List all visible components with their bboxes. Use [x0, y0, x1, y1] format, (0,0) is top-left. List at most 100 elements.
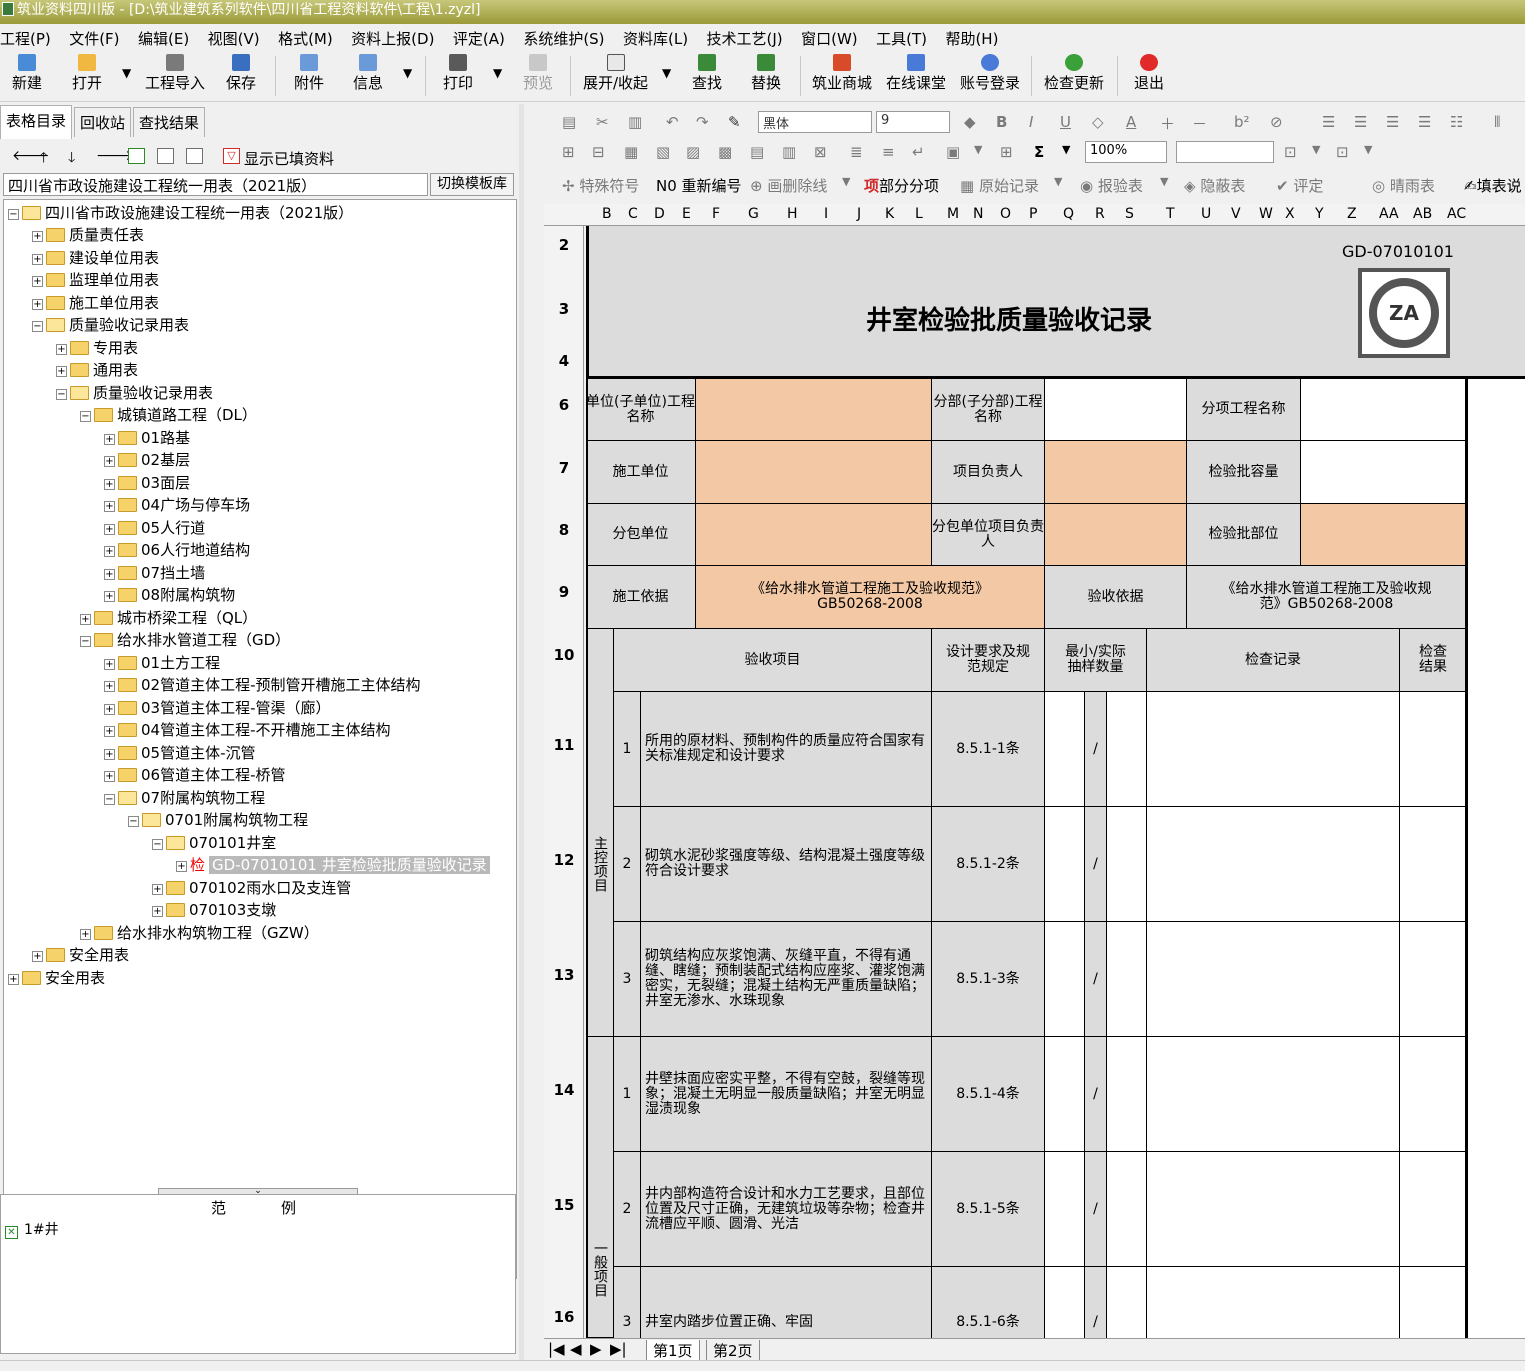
col-width-icon[interactable]: ▥: [782, 143, 796, 161]
font-size-select[interactable]: 9: [876, 111, 950, 133]
menu-view[interactable]: 视图(V): [208, 24, 266, 49]
align-left-icon[interactable]: ☰: [1322, 113, 1335, 131]
column-label[interactable]: Q: [1063, 206, 1074, 222]
column-label[interactable]: B: [602, 206, 612, 222]
unit-name-field[interactable]: [696, 379, 932, 441]
expand-icon[interactable]: +: [32, 231, 43, 242]
column-label[interactable]: J: [857, 206, 861, 222]
column-label[interactable]: K: [885, 206, 894, 222]
expand-icon[interactable]: +: [104, 771, 115, 782]
expand-icon[interactable]: +: [152, 906, 163, 917]
result-field[interactable]: [1400, 1037, 1467, 1152]
column-label[interactable]: AB: [1413, 206, 1432, 222]
row-label[interactable]: 2: [544, 236, 584, 254]
pm-field[interactable]: [1045, 441, 1187, 504]
border-color-icon[interactable]: ⊡: [1336, 143, 1349, 161]
min-sample-field[interactable]: [1045, 692, 1085, 807]
expand-dropdown-icon[interactable]: ▼: [662, 66, 671, 80]
image-dropdown-icon[interactable]: ▼: [974, 143, 982, 156]
tree-node[interactable]: +06管道主体工程-桥管: [104, 764, 286, 786]
grow-font-icon[interactable]: ＋: [1160, 113, 1175, 134]
column-label[interactable]: N: [973, 206, 983, 222]
menu-window[interactable]: 窗口(W): [801, 24, 864, 49]
tree-node[interactable]: +01土方工程: [104, 652, 220, 674]
partial-item-button[interactable]: 项部分分项: [864, 175, 939, 196]
column-label[interactable]: M: [947, 206, 959, 222]
tree-node[interactable]: +04广场与停车场: [104, 494, 250, 516]
expand-icon[interactable]: +: [56, 366, 67, 377]
last-sheet-icon[interactable]: ▶|: [610, 1340, 627, 1358]
check-basis-field[interactable]: 《给水排水管道工程施工及验收规范》GB50268-2008: [1187, 566, 1467, 629]
tree-node[interactable]: −0701附属构筑物工程: [128, 809, 308, 831]
expand-icon[interactable]: +: [56, 344, 67, 355]
record-field[interactable]: [1147, 807, 1400, 922]
superscript-icon[interactable]: b²: [1234, 113, 1250, 131]
font-color-icon[interactable]: A: [1126, 113, 1136, 131]
save-button[interactable]: 保存: [226, 54, 256, 93]
collapse-icon[interactable]: −: [128, 816, 139, 827]
tree-node[interactable]: + 建设单位用表: [32, 247, 159, 269]
item-name-field[interactable]: [1301, 379, 1467, 441]
expand-icon[interactable]: +: [104, 501, 115, 512]
online-class-button[interactable]: 在线课堂: [886, 54, 946, 93]
border-icon[interactable]: ⊡: [1284, 143, 1297, 161]
show-filled-checkbox-label[interactable]: 显示已填资料: [244, 148, 334, 169]
menu-help[interactable]: 帮助(H): [945, 24, 1004, 49]
collapse-icon[interactable]: −: [80, 636, 91, 647]
distribute-icon[interactable]: ☷: [1450, 113, 1463, 131]
special-symbol-button[interactable]: ✢ 特殊符号: [562, 175, 639, 196]
cut-icon[interactable]: ✂: [596, 113, 609, 131]
expand-icon[interactable]: +: [80, 614, 91, 625]
column-label[interactable]: G: [748, 206, 759, 222]
tree-node[interactable]: +03面层: [104, 472, 190, 494]
column-label[interactable]: O: [1000, 206, 1011, 222]
subcontract-field[interactable]: [696, 504, 932, 566]
lock-icon[interactable]: ⊠: [814, 143, 827, 161]
image-icon[interactable]: ▣: [946, 143, 960, 161]
fill-guide-button[interactable]: ✍填表说: [1464, 175, 1522, 196]
tree-node[interactable]: + 质量责任表: [32, 224, 144, 246]
tree-node[interactable]: − 质量验收记录用表: [56, 382, 213, 404]
shrink-font-icon[interactable]: －: [1192, 113, 1207, 134]
renumber-button[interactable]: N0 重新编号: [656, 175, 742, 196]
justify-icon[interactable]: ☰: [1418, 113, 1431, 131]
tree-node[interactable]: + 城市桥梁工程（QL）: [80, 607, 257, 629]
tree-node[interactable]: + 安全用表: [32, 944, 129, 966]
prev-sheet-icon[interactable]: ◀: [570, 1340, 582, 1358]
expand-icon[interactable]: +: [104, 434, 115, 445]
legend-item[interactable]: ✕ 1#井: [5, 1219, 59, 1239]
expand-icon[interactable]: +: [104, 479, 115, 490]
undo-icon[interactable]: ↶: [666, 113, 679, 131]
bold-icon[interactable]: B: [996, 113, 1007, 131]
column-label[interactable]: P: [1029, 206, 1037, 222]
tree-node[interactable]: +07挡土墙: [104, 562, 205, 584]
min-sample-field[interactable]: [1045, 922, 1085, 1037]
fill-color-icon[interactable]: ◇: [1092, 113, 1104, 131]
column-label[interactable]: AA: [1379, 206, 1399, 222]
column-label[interactable]: AC: [1447, 206, 1466, 222]
tree-node[interactable]: +01路基: [104, 427, 190, 449]
checkbox-icon[interactable]: ✕: [5, 1226, 18, 1239]
border-dropdown-icon[interactable]: ▼: [1312, 143, 1320, 156]
add-table-icon[interactable]: [128, 148, 145, 164]
insert-row-icon[interactable]: ▦: [624, 143, 638, 161]
border-color-dropdown-icon[interactable]: ▼: [1364, 143, 1372, 156]
strikethrough-button[interactable]: ⊕ 画删除线: [750, 175, 827, 196]
sheet-tab-2[interactable]: 第2页: [706, 1340, 760, 1362]
report-table-button[interactable]: ◉ 报验表: [1080, 175, 1143, 196]
result-field[interactable]: [1400, 1267, 1467, 1338]
columns-icon[interactable]: ⦀: [1494, 113, 1501, 131]
row-label[interactable]: 3: [544, 300, 584, 318]
tree-node[interactable]: + 安全用表: [8, 967, 105, 989]
collapse-icon[interactable]: −: [8, 209, 19, 220]
original-record-button[interactable]: ▦ 原始记录: [960, 175, 1039, 196]
row-label[interactable]: 7: [544, 459, 584, 477]
column-label[interactable]: R: [1095, 206, 1105, 222]
first-sheet-icon[interactable]: |◀: [548, 1340, 565, 1358]
paste-icon[interactable]: ▤: [562, 113, 576, 131]
report-dropdown-icon[interactable]: ▼: [1160, 175, 1168, 188]
collapse-icon[interactable]: −: [56, 389, 67, 400]
record-field[interactable]: [1147, 1152, 1400, 1267]
preview-button[interactable]: 预览: [523, 54, 553, 93]
builder-field[interactable]: [696, 441, 932, 504]
